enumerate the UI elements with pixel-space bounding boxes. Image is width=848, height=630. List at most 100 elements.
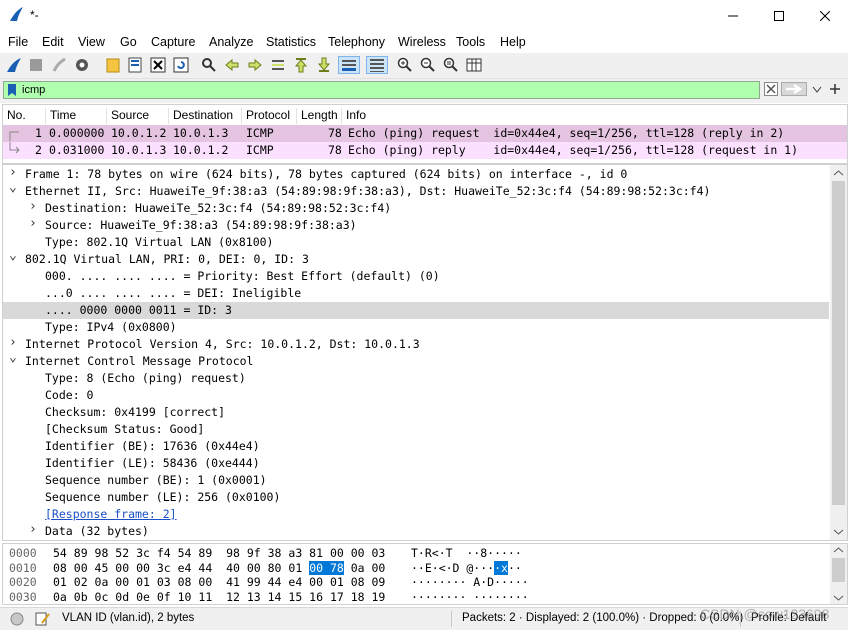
detail-tree-item[interactable]: Identifier (BE): 17636 (0x44e4) bbox=[3, 438, 829, 455]
zoom-in-icon[interactable] bbox=[396, 56, 414, 74]
close-button[interactable] bbox=[802, 0, 848, 31]
detail-tree-item[interactable]: Type: 802.1Q Virtual LAN (0x8100) bbox=[3, 234, 829, 251]
column-header-protocol[interactable]: Protocol bbox=[242, 108, 297, 124]
expert-info-icon[interactable] bbox=[10, 612, 24, 626]
menu-view[interactable]: View bbox=[78, 35, 105, 49]
bookmark-icon[interactable] bbox=[8, 84, 16, 96]
stop-capture-icon[interactable] bbox=[27, 56, 45, 74]
go-first-packet-icon[interactable] bbox=[292, 56, 310, 74]
detail-tree-item[interactable]: Type: IPv4 (0x0800) bbox=[3, 319, 829, 336]
zoom-out-icon[interactable] bbox=[419, 56, 437, 74]
collapsed-arrow-icon[interactable]: › bbox=[29, 199, 37, 214]
detail-tree-item[interactable]: ...0 .... .... .... = DEI: Ineligible bbox=[3, 285, 829, 302]
menu-analyze[interactable]: Analyze bbox=[209, 35, 253, 49]
detail-tree-item[interactable]: 000. .... .... .... = Priority: Best Eff… bbox=[3, 268, 829, 285]
detail-tree-item[interactable]: ⌄ 802.1Q Virtual LAN, PRI: 0, DEI: 0, ID:… bbox=[3, 248, 829, 268]
find-packet-icon[interactable] bbox=[200, 56, 218, 74]
zoom-reset-icon[interactable] bbox=[442, 56, 460, 74]
detail-tree-item[interactable]: Code: 0 bbox=[3, 387, 829, 404]
detail-tree-item[interactable]: Identifier (LE): 58436 (0xe444) bbox=[3, 455, 829, 472]
expanded-arrow-icon[interactable]: ⌄ bbox=[9, 248, 17, 263]
packet-row[interactable]: 1 0.000000 10.0.1.2 10.0.1.3 ICMP 78 Ech… bbox=[3, 125, 847, 142]
maximize-button[interactable] bbox=[756, 0, 802, 31]
detail-tree-item[interactable]: Sequence number (BE): 1 (0x0001) bbox=[3, 472, 829, 489]
detail-tree-item[interactable]: Sequence number (LE): 256 (0x0100) bbox=[3, 489, 829, 506]
start-capture-icon[interactable] bbox=[5, 56, 23, 74]
column-header-no[interactable]: No. bbox=[3, 108, 46, 124]
scroll-up-icon[interactable] bbox=[830, 167, 847, 179]
filter-history-dropdown-icon[interactable] bbox=[811, 82, 823, 96]
hex-dump-row[interactable]: 0030 0a 0b 0c 0d 0e 0f 10 11 12 13 14 15 … bbox=[3, 590, 829, 605]
detail-tree-item[interactable]: [Response frame: 2] bbox=[3, 506, 829, 523]
detail-tree-item[interactable]: ⌄ Ethernet II, Src: HuaweiTe_9f:38:a3 (54… bbox=[3, 180, 829, 200]
column-header-time[interactable]: Time bbox=[46, 108, 107, 124]
close-file-icon[interactable] bbox=[149, 56, 167, 74]
menu-go[interactable]: Go bbox=[120, 35, 137, 49]
open-file-icon[interactable] bbox=[104, 56, 122, 74]
hex-dump-row[interactable]: 0000 54 89 98 52 3c f4 54 89 98 9f 38 a3 … bbox=[3, 546, 829, 561]
minimize-button[interactable] bbox=[710, 0, 756, 31]
reload-file-icon[interactable] bbox=[172, 56, 190, 74]
column-header-source[interactable]: Source bbox=[107, 108, 169, 124]
detail-tree-item[interactable]: › Internet Protocol Version 4, Src: 10.0.… bbox=[3, 335, 829, 353]
collapsed-arrow-icon[interactable]: › bbox=[9, 335, 17, 350]
expanded-arrow-icon[interactable]: ⌄ bbox=[9, 350, 17, 365]
go-last-packet-icon[interactable] bbox=[315, 56, 333, 74]
apply-filter-icon[interactable] bbox=[781, 82, 807, 96]
column-header-destination[interactable]: Destination bbox=[169, 108, 242, 124]
detail-tree-item[interactable]: ⌄ Internet Control Message Protocol bbox=[3, 350, 829, 370]
detail-tree-item[interactable]: › Source: HuaweiTe_9f:38:a3 (54:89:98:9f:… bbox=[3, 216, 829, 234]
bytes-scroll-down-icon[interactable] bbox=[830, 593, 847, 603]
hex-dump-row[interactable]: 0020 01 02 0a 00 01 03 08 00 41 99 44 e4 … bbox=[3, 575, 829, 590]
collapsed-arrow-icon[interactable]: › bbox=[9, 165, 17, 180]
expanded-arrow-icon[interactable]: ⌄ bbox=[9, 180, 17, 195]
details-scrollbar[interactable] bbox=[830, 165, 847, 540]
menu-wireless[interactable]: Wireless bbox=[398, 35, 446, 49]
colorize-icon[interactable] bbox=[366, 56, 388, 74]
ascii-bytes-segment: ··E·<·D @··· bbox=[411, 560, 495, 575]
detail-text[interactable]: [Response frame: 2] bbox=[45, 507, 177, 521]
go-to-packet-icon[interactable] bbox=[269, 56, 287, 74]
detail-tree-item[interactable]: [Checksum Status: Good] bbox=[3, 421, 829, 438]
menu-telephony[interactable]: Telephony bbox=[328, 35, 385, 49]
menu-help[interactable]: Help bbox=[500, 35, 526, 49]
details-scroll-thumb[interactable] bbox=[832, 181, 845, 505]
collapsed-arrow-icon[interactable]: › bbox=[29, 216, 37, 231]
collapsed-arrow-icon[interactable]: › bbox=[29, 522, 37, 537]
auto-scroll-icon[interactable] bbox=[338, 56, 360, 74]
display-filter-input[interactable] bbox=[22, 83, 722, 97]
menu-edit[interactable]: Edit bbox=[42, 35, 64, 49]
packet-row[interactable]: 2 0.031000 10.0.1.3 10.0.1.2 ICMP 78 Ech… bbox=[3, 142, 847, 159]
go-forward-icon[interactable] bbox=[246, 56, 264, 74]
detail-tree-item[interactable]: .... 0000 0000 0011 = ID: 3 bbox=[3, 302, 829, 319]
menu-capture[interactable]: Capture bbox=[151, 35, 195, 49]
detail-tree-item[interactable]: › Data (32 bytes) bbox=[3, 522, 829, 540]
column-header-length[interactable]: Length bbox=[297, 108, 342, 124]
detail-tree-item[interactable]: › Frame 1: 78 bytes on wire (624 bits), 7… bbox=[3, 165, 829, 183]
menu-tools[interactable]: Tools bbox=[456, 35, 485, 49]
detail-tree-item[interactable]: Checksum: 0x4199 [correct] bbox=[3, 404, 829, 421]
clear-filter-icon[interactable] bbox=[764, 82, 778, 96]
capture-options-icon[interactable] bbox=[73, 56, 91, 74]
bytes-scroll-thumb[interactable] bbox=[832, 558, 845, 582]
menu-file[interactable]: File bbox=[8, 35, 28, 49]
hex-bytes-segment: 54 89 98 52 3c f4 54 89 98 9f 38 a3 81 0… bbox=[53, 546, 386, 560]
detail-tree-item[interactable]: Type: 8 (Echo (ping) request) bbox=[3, 370, 829, 387]
bytes-scrollbar[interactable] bbox=[830, 544, 847, 604]
menu-statistics[interactable]: Statistics bbox=[266, 35, 316, 49]
scroll-down-icon[interactable] bbox=[830, 526, 847, 538]
column-header-info[interactable]: Info bbox=[342, 108, 847, 124]
restart-capture-icon[interactable] bbox=[50, 56, 68, 74]
save-file-icon[interactable] bbox=[126, 56, 144, 74]
hex-dump-row[interactable]: 0010 08 00 45 00 00 3c e4 44 40 00 80 01 … bbox=[3, 560, 829, 576]
go-back-icon[interactable] bbox=[223, 56, 241, 74]
ascii-bytes-segment: ········ A·D····· bbox=[411, 575, 529, 589]
edit-comment-icon[interactable] bbox=[34, 611, 50, 627]
detail-tree-item[interactable]: › Destination: HuaweiTe_52:3c:f4 (54:89:9… bbox=[3, 199, 829, 217]
add-filter-button-icon[interactable] bbox=[828, 81, 842, 97]
status-separator bbox=[451, 611, 452, 627]
packet-bytes-pane: 0000 54 89 98 52 3c f4 54 89 98 9f 38 a3 … bbox=[2, 543, 848, 605]
selected-ascii-bytes: ·x bbox=[494, 560, 508, 575]
bytes-scroll-up-icon[interactable] bbox=[830, 545, 847, 555]
resize-columns-icon[interactable] bbox=[465, 56, 483, 74]
